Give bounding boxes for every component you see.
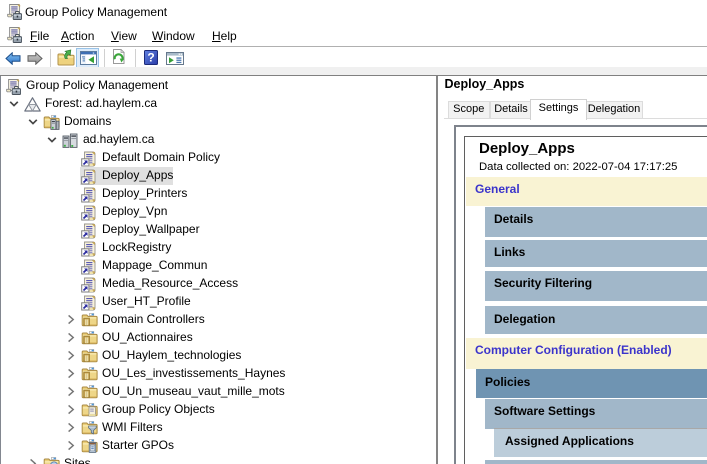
svg-text:?: ? — [147, 51, 154, 65]
